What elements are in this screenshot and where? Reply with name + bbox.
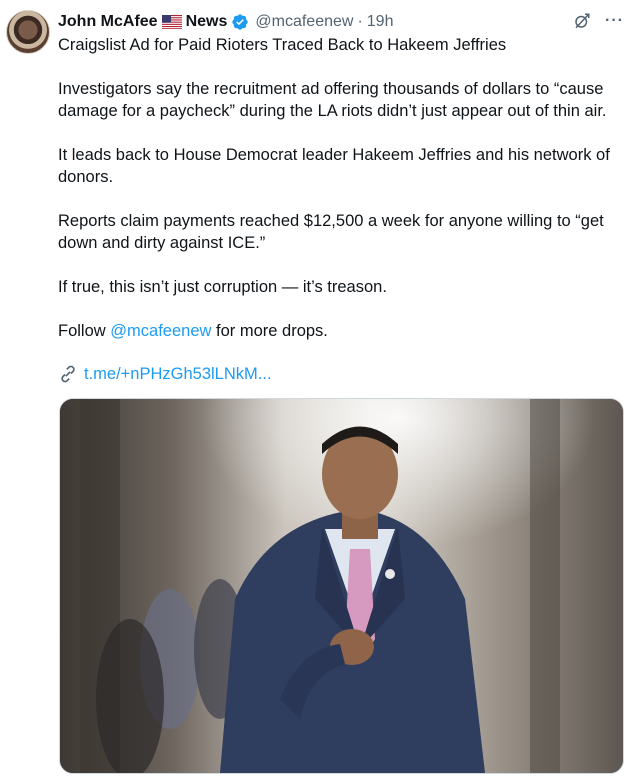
name-suffix[interactable]: News — [186, 13, 228, 31]
display-name[interactable]: John McAfee — [58, 13, 158, 31]
tweet-media-image[interactable] — [59, 398, 624, 774]
external-link[interactable]: t.me/+nPHzGh53lLNkM... — [58, 362, 272, 386]
follow-line: Follow @mcafeenew for more drops. — [58, 320, 628, 342]
mention-link[interactable]: @mcafeenew — [110, 322, 211, 340]
tweet-header: John McAfee News @mcafeenew · 19h — [58, 10, 393, 34]
avatar[interactable] — [6, 10, 50, 54]
link-text[interactable]: t.me/+nPHzGh53lLNkM... — [84, 365, 272, 384]
author-handle[interactable]: @mcafeenew — [255, 13, 353, 31]
more-icon[interactable]: ··· — [605, 13, 624, 29]
verified-badge-icon[interactable] — [231, 13, 249, 31]
separator-dot: · — [357, 13, 363, 30]
follow-prefix: Follow — [58, 322, 106, 340]
post-title: Craigslist Ad for Paid Rioters Traced Ba… — [58, 36, 507, 54]
follow-suffix: for more drops. — [216, 322, 328, 340]
paragraph-1: Investigators say the recruitment ad off… — [58, 80, 607, 120]
timestamp[interactable]: 19h — [367, 13, 394, 31]
link-icon — [61, 365, 75, 383]
tweet[interactable]: John McAfee News @mcafeenew · 19h ··· Cr… — [0, 0, 640, 780]
grok-icon[interactable] — [573, 12, 591, 30]
photo-illustration — [60, 399, 623, 773]
paragraph-4: If true, this isn’t just corruption — it… — [58, 278, 387, 296]
us-flag-icon — [161, 15, 182, 29]
paragraph-2: It leads back to House Democrat leader H… — [58, 146, 610, 186]
tweet-actions: ··· — [573, 12, 624, 30]
paragraph-3: Reports claim payments reached $12,500 a… — [58, 212, 604, 252]
tweet-text: Craigslist Ad for Paid Rioters Traced Ba… — [58, 34, 628, 342]
